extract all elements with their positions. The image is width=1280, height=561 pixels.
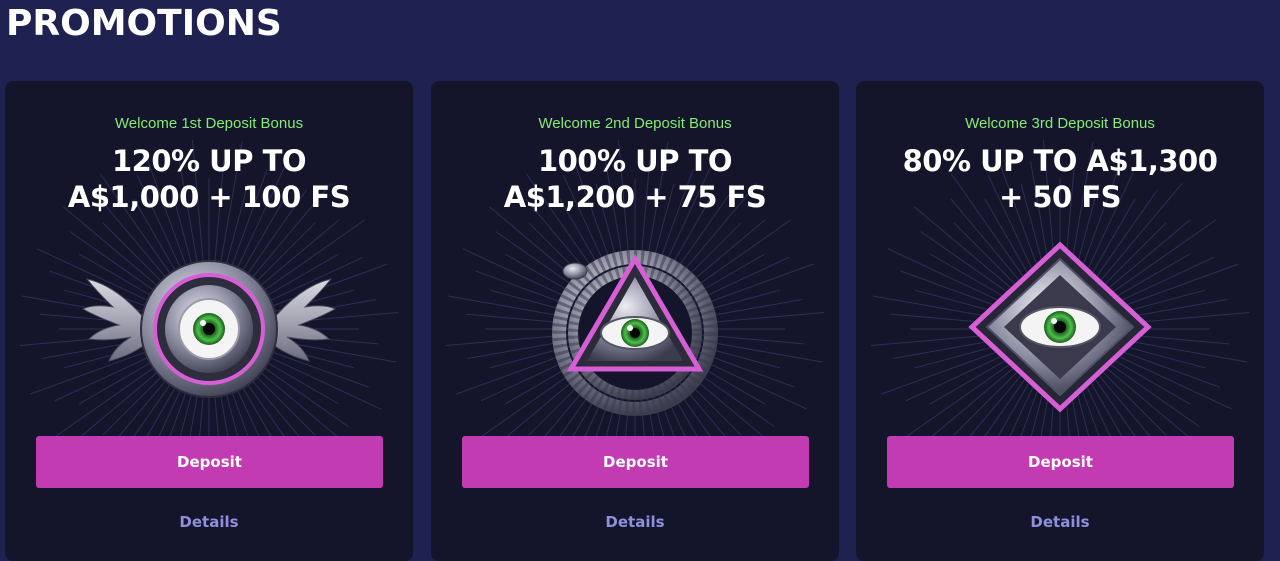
promotion-card-3: Welcome 3rd Deposit Bonus 80% UP TO A$1,… <box>856 81 1264 561</box>
details-link[interactable]: Details <box>431 512 839 532</box>
details-link[interactable]: Details <box>856 512 1264 532</box>
promotion-headline-line2: A$1,200 + 75 FS <box>503 180 767 214</box>
details-link[interactable]: Details <box>5 512 413 532</box>
promotion-card-1: Welcome 1st Deposit Bonus 120% UP TO A$1… <box>5 81 413 561</box>
serpent-triangle-eye-emblem-icon <box>552 250 718 416</box>
promotion-headline-line2: + 50 FS <box>998 180 1122 214</box>
winged-eye-emblem-icon <box>81 260 337 398</box>
promotions-list: Welcome 1st Deposit Bonus 120% UP TO A$1… <box>5 81 1280 561</box>
deposit-button[interactable]: Deposit <box>36 436 383 488</box>
promotion-headline-line1: 120% UP TO <box>111 144 307 178</box>
deposit-button[interactable]: Deposit <box>887 436 1234 488</box>
deposit-button[interactable]: Deposit <box>462 436 809 488</box>
promotion-headline: 100% UP TO A$1,200 + 75 FS <box>451 143 819 215</box>
diamond-eye-emblem-icon <box>968 241 1152 413</box>
promotion-headline: 120% UP TO A$1,000 + 100 FS <box>25 143 393 215</box>
promotion-subtitle: Welcome 2nd Deposit Bonus <box>538 115 732 132</box>
promotion-subtitle: Welcome 3rd Deposit Bonus <box>965 115 1155 132</box>
page-title: PROMOTIONS <box>6 3 282 44</box>
promotion-headline-line1: 100% UP TO <box>537 144 733 178</box>
promotion-headline: 80% UP TO A$1,300 + 50 FS <box>876 143 1244 215</box>
promotion-headline-line2: A$1,000 + 100 FS <box>67 180 351 214</box>
promotion-card-2: Welcome 2nd Deposit Bonus 100% UP TO A$1… <box>431 81 839 561</box>
promotion-headline-line1: 80% UP TO A$1,300 <box>902 144 1218 178</box>
promotion-subtitle: Welcome 1st Deposit Bonus <box>114 115 304 132</box>
